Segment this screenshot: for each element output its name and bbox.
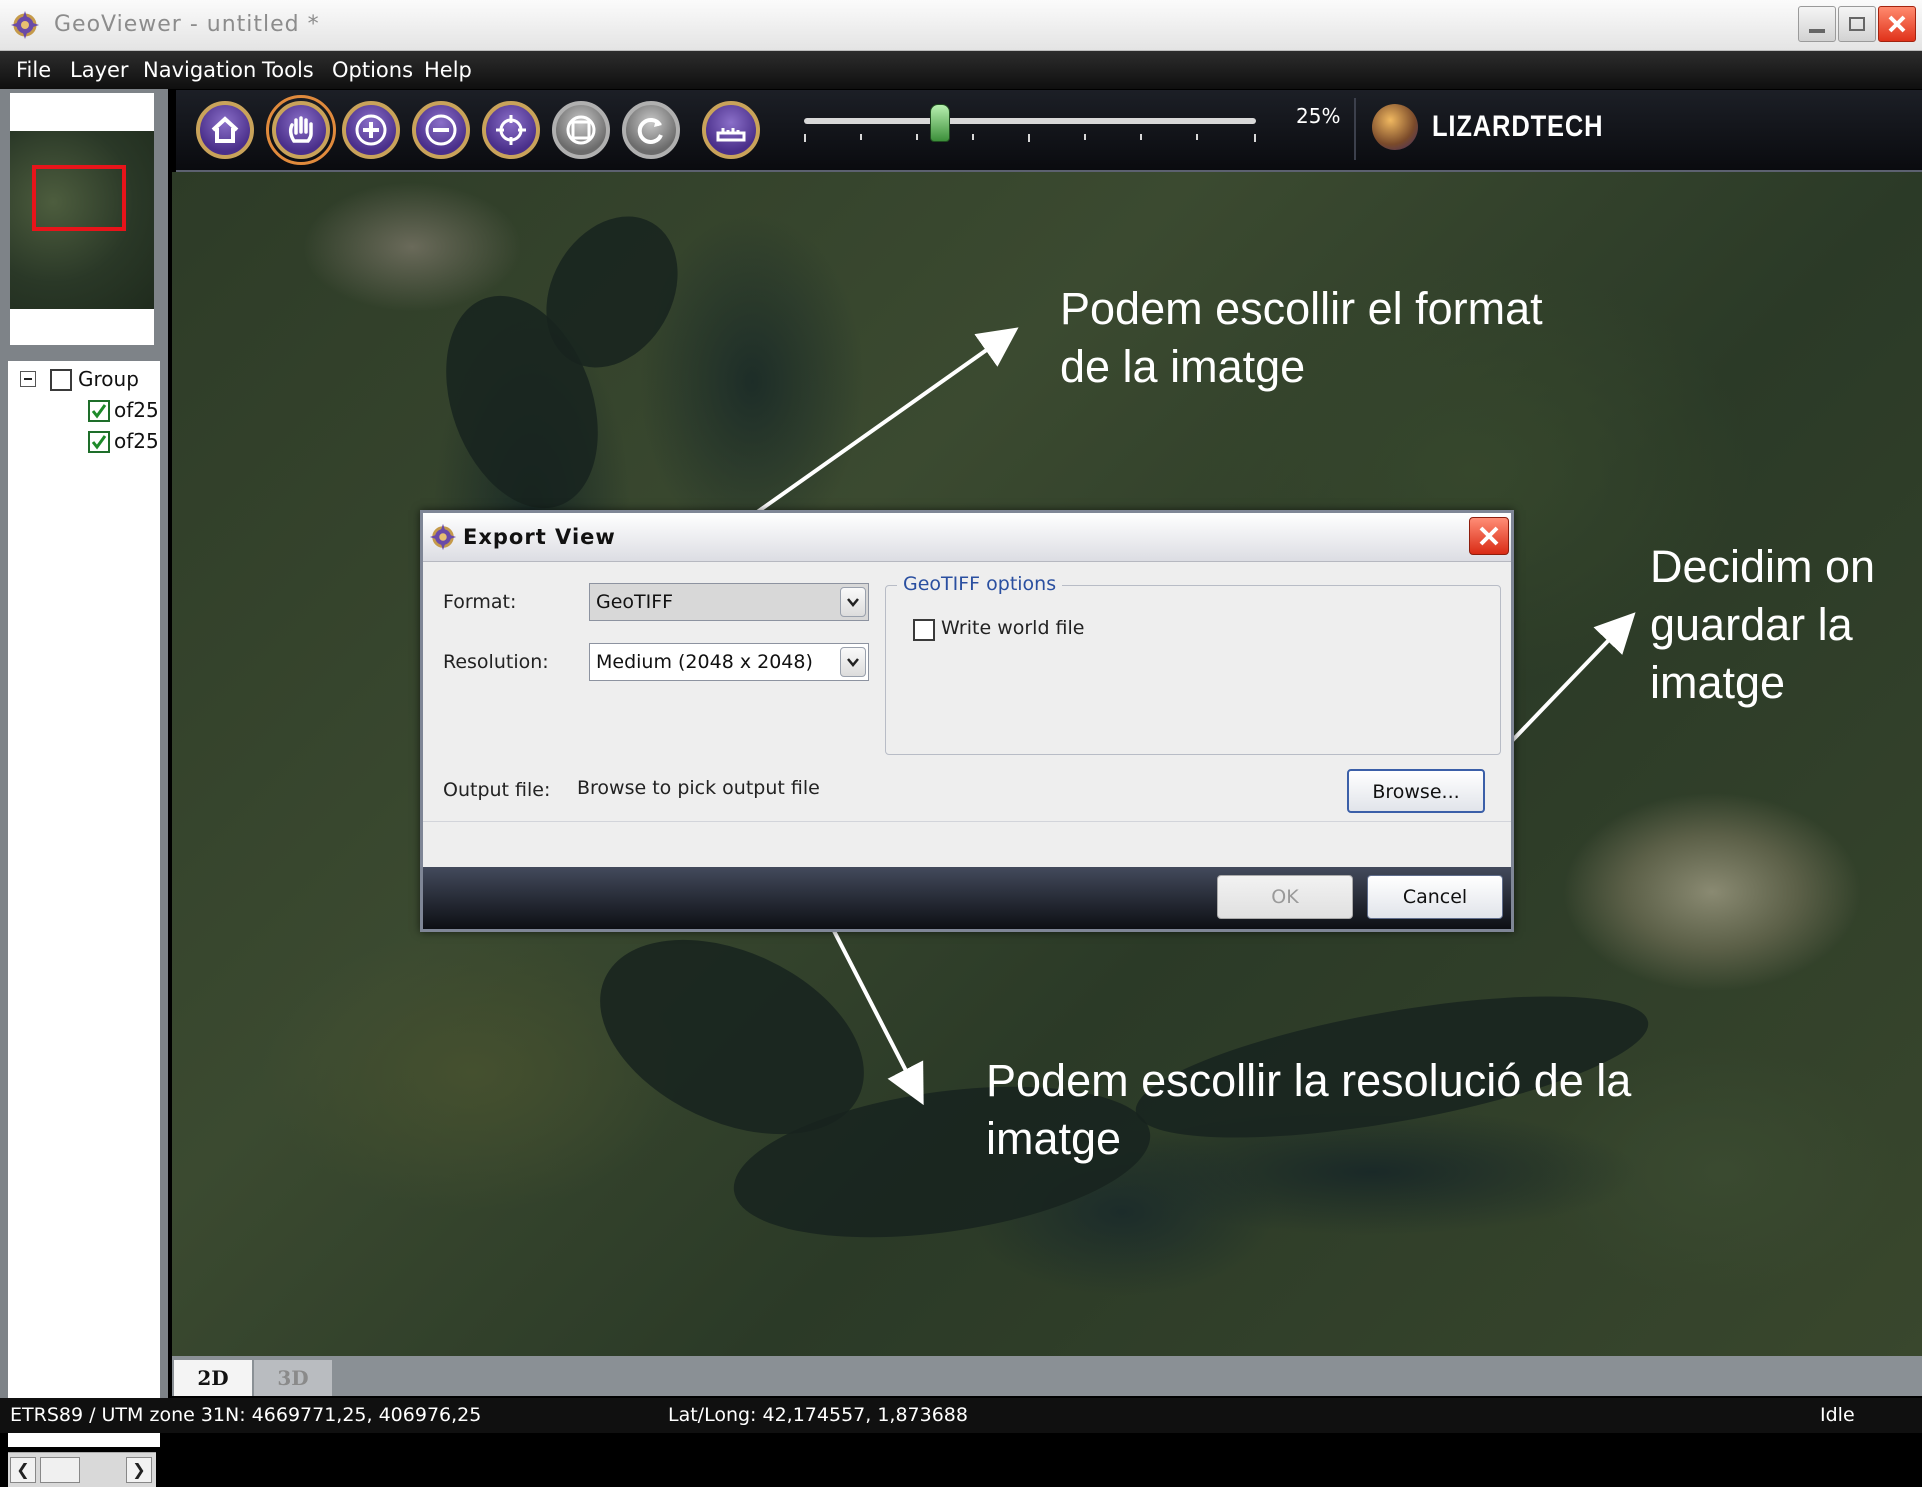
output-file-value: Browse to pick output file [577, 777, 820, 799]
format-select[interactable]: GeoTIFF [589, 583, 869, 621]
write-world-file-label: Write world file [941, 617, 1085, 639]
resolution-value: Medium (2048 x 2048) [596, 651, 813, 673]
dropdown-button[interactable] [840, 587, 866, 617]
dialog-separator [423, 821, 1511, 822]
horizontal-scrollbar[interactable]: ❮ ❯ [8, 1452, 156, 1487]
status-state: Idle [1820, 1404, 1855, 1426]
status-projection: ETRS89 / UTM zone 31N: 4669771,25, 40697… [10, 1404, 482, 1426]
scroll-left-icon[interactable]: ❮ [10, 1457, 36, 1483]
annotation-format: Podem escollir el format de la imatge [1060, 283, 1543, 392]
view-tabs-bar: 2D 3D [172, 1356, 1922, 1396]
browse-button[interactable]: Browse... [1347, 769, 1485, 813]
dropdown-button[interactable] [840, 647, 866, 677]
status-bar: ETRS89 / UTM zone 31N: 4669771,25, 40697… [0, 1398, 1922, 1433]
dialog-close-button[interactable] [1469, 517, 1509, 555]
output-file-label: Output file: [443, 779, 551, 801]
tab-2d[interactable]: 2D [174, 1360, 252, 1396]
format-value: GeoTIFF [596, 591, 674, 613]
resolution-label: Resolution: [443, 651, 549, 673]
write-world-file-checkbox[interactable] [913, 619, 935, 641]
dialog-footer: OK Cancel [423, 867, 1511, 929]
resolution-select[interactable]: Medium (2048 x 2048) [589, 643, 869, 681]
cancel-button[interactable]: Cancel [1367, 875, 1503, 919]
chevron-down-icon [847, 598, 859, 607]
export-view-dialog: Export View Format: GeoTIFF Resolution: … [420, 510, 1514, 932]
scroll-right-icon[interactable]: ❯ [126, 1457, 152, 1483]
geotiff-options-group [885, 585, 1501, 755]
close-icon [1479, 526, 1499, 546]
chevron-down-icon [847, 658, 859, 667]
annotation-resolution: Podem escollir la resolució de la imatge [986, 1055, 1632, 1164]
annotation-save: Decidim on guardar la imatge [1650, 541, 1876, 708]
format-label: Format: [443, 591, 517, 613]
dialog-title: Export View [463, 525, 616, 549]
ok-button[interactable]: OK [1217, 875, 1353, 919]
geotiff-options-title: GeoTIFF options [897, 573, 1063, 595]
app-compass-icon [429, 523, 457, 551]
dialog-titlebar: Export View [423, 513, 1511, 562]
tab-3d[interactable]: 3D [254, 1360, 332, 1396]
status-latlong: Lat/Long: 42,174557, 1,873688 [668, 1404, 968, 1426]
scroll-thumb[interactable] [40, 1457, 80, 1483]
